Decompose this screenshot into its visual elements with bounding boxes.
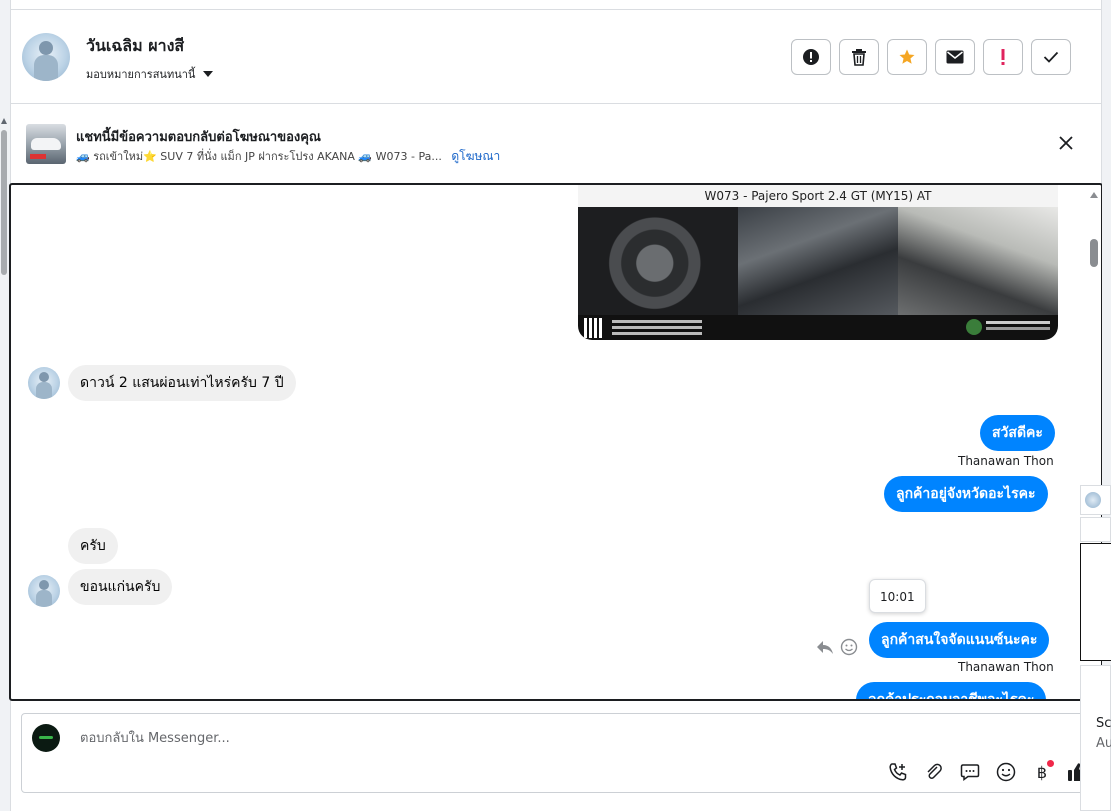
message-out[interactable]: ลูกค้าอยู่จังหวัดอะไรคะ: [884, 476, 1048, 512]
contact-avatar-small[interactable]: [28, 367, 60, 399]
interior-photo: [898, 207, 1058, 315]
message-thread[interactable]: W073 - Pajero Sport 2.4 GT (MY15) AT ดาว…: [9, 183, 1103, 701]
view-ad-link[interactable]: ดูโฆษณา: [451, 149, 500, 163]
wheel-photo: [578, 207, 738, 315]
exclamation-circle-icon: [803, 49, 819, 65]
thread-scroll-up-arrow[interactable]: [1090, 192, 1098, 198]
conversation-header: วันเฉลิม ผางสี มอบหมายการสนทนานี้: [11, 10, 1103, 104]
thread-scroll-thumb[interactable]: [1090, 239, 1098, 267]
side-chat-item[interactable]: [1080, 485, 1111, 515]
contact-avatar[interactable]: [22, 33, 70, 81]
notification-dot: [1047, 760, 1054, 767]
contact-name[interactable]: วันเฉลิม ผางสี: [86, 34, 184, 59]
side-text: Sc: [1096, 716, 1111, 731]
side-avatar: [1085, 492, 1101, 508]
message-in[interactable]: ขอนแก่นครับ: [68, 569, 173, 605]
emoji-icon: [996, 762, 1016, 782]
message-in[interactable]: ดาวน์ 2 แสนผ่อนเท่าไหร่ครับ 7 ปี: [68, 365, 296, 401]
attach-button[interactable]: [922, 760, 946, 784]
close-icon: [1059, 136, 1073, 150]
envelope-icon: [946, 50, 964, 64]
assign-label: มอบหมายการสนทนานี้: [86, 68, 196, 81]
ad-banner-title: แชทนี้มีข้อความตอบกลับต่อโฆษณาของคุณ: [76, 130, 321, 145]
reply-icon[interactable]: [816, 638, 834, 656]
message-out[interactable]: ลูกค้าประกอบอาชีพอะไรคะ: [856, 682, 1047, 699]
payment-button[interactable]: ฿: [1030, 760, 1054, 784]
dealer-text: [986, 321, 1050, 324]
side-text: Au: [1096, 736, 1111, 751]
spam-button[interactable]: [983, 39, 1023, 75]
ad-thumbnail[interactable]: [26, 124, 66, 164]
message-out[interactable]: สวัสดีคะ: [980, 415, 1055, 451]
mark-unread-button[interactable]: [935, 39, 975, 75]
qr-code: [584, 318, 604, 338]
composer-tools: ฿: [886, 760, 1090, 784]
left-scroll-thumb[interactable]: [1, 130, 7, 275]
message-in[interactable]: ครับ: [68, 528, 118, 564]
message-out[interactable]: ลูกค้าสนใจจัดแนนซ์นะคะ: [869, 622, 1050, 658]
info-button[interactable]: [791, 39, 831, 75]
phone-plus-icon: [889, 763, 907, 781]
caret-down-icon: [203, 71, 214, 77]
exclamation-icon: [1001, 49, 1005, 65]
assign-conversation-dropdown[interactable]: มอบหมายการสนทนานี้: [86, 65, 214, 83]
timestamp-tooltip: 10:01: [869, 579, 926, 613]
engine-photo: [738, 207, 898, 315]
delete-button[interactable]: [839, 39, 879, 75]
done-button[interactable]: [1031, 39, 1071, 75]
contact-avatar-small[interactable]: [28, 575, 60, 607]
trash-icon: [852, 49, 866, 66]
conversation-panel: วันเฉลิม ผางสี มอบหมายการสนทนานี้ แชทนี้…: [9, 0, 1103, 811]
side-notification-card[interactable]: Sc Au: [1080, 665, 1111, 811]
reply-input[interactable]: [80, 724, 880, 752]
close-ad-banner-button[interactable]: [1057, 134, 1075, 152]
sender-name: Thanawan Thon: [958, 660, 1054, 674]
image-caption: W073 - Pajero Sport 2.4 GT (MY15) AT: [578, 185, 1058, 207]
reply-composer: ฿: [21, 713, 1101, 793]
contact-lines: [612, 320, 702, 323]
side-chat-item[interactable]: [1080, 517, 1111, 542]
paperclip-icon: [927, 763, 942, 779]
page-avatar: [32, 724, 60, 752]
react-emoji-icon[interactable]: [840, 638, 858, 656]
star-icon: [899, 49, 915, 64]
sender-name: Thanawan Thon: [958, 454, 1054, 468]
ad-subtitle-text: 🚙 รถเข้าใหม่⭐ SUV 7 ที่นั่ง แม็ก JP ฝากร…: [76, 150, 442, 163]
baht-icon: ฿: [1036, 762, 1048, 782]
call-button[interactable]: [886, 760, 910, 784]
star-button[interactable]: [887, 39, 927, 75]
side-chat-window[interactable]: [1080, 543, 1111, 661]
image-footer: [578, 315, 1058, 340]
check-icon: [1043, 51, 1059, 63]
left-scroll-up-arrow[interactable]: [1, 118, 7, 124]
dealer-logo: [966, 319, 982, 335]
chat-bubble-icon: [960, 764, 980, 781]
emoji-button[interactable]: [994, 760, 1018, 784]
header-actions: [791, 39, 1071, 75]
ad-image-message[interactable]: W073 - Pajero Sport 2.4 GT (MY15) AT: [578, 185, 1058, 340]
saved-replies-button[interactable]: [958, 760, 982, 784]
ad-banner-subtitle: 🚙 รถเข้าใหม่⭐ SUV 7 ที่นั่ง แม็ก JP ฝากร…: [76, 147, 500, 166]
ad-reply-banner: แชทนี้มีข้อความตอบกลับต่อโฆษณาของคุณ 🚙 ร…: [11, 104, 1103, 182]
